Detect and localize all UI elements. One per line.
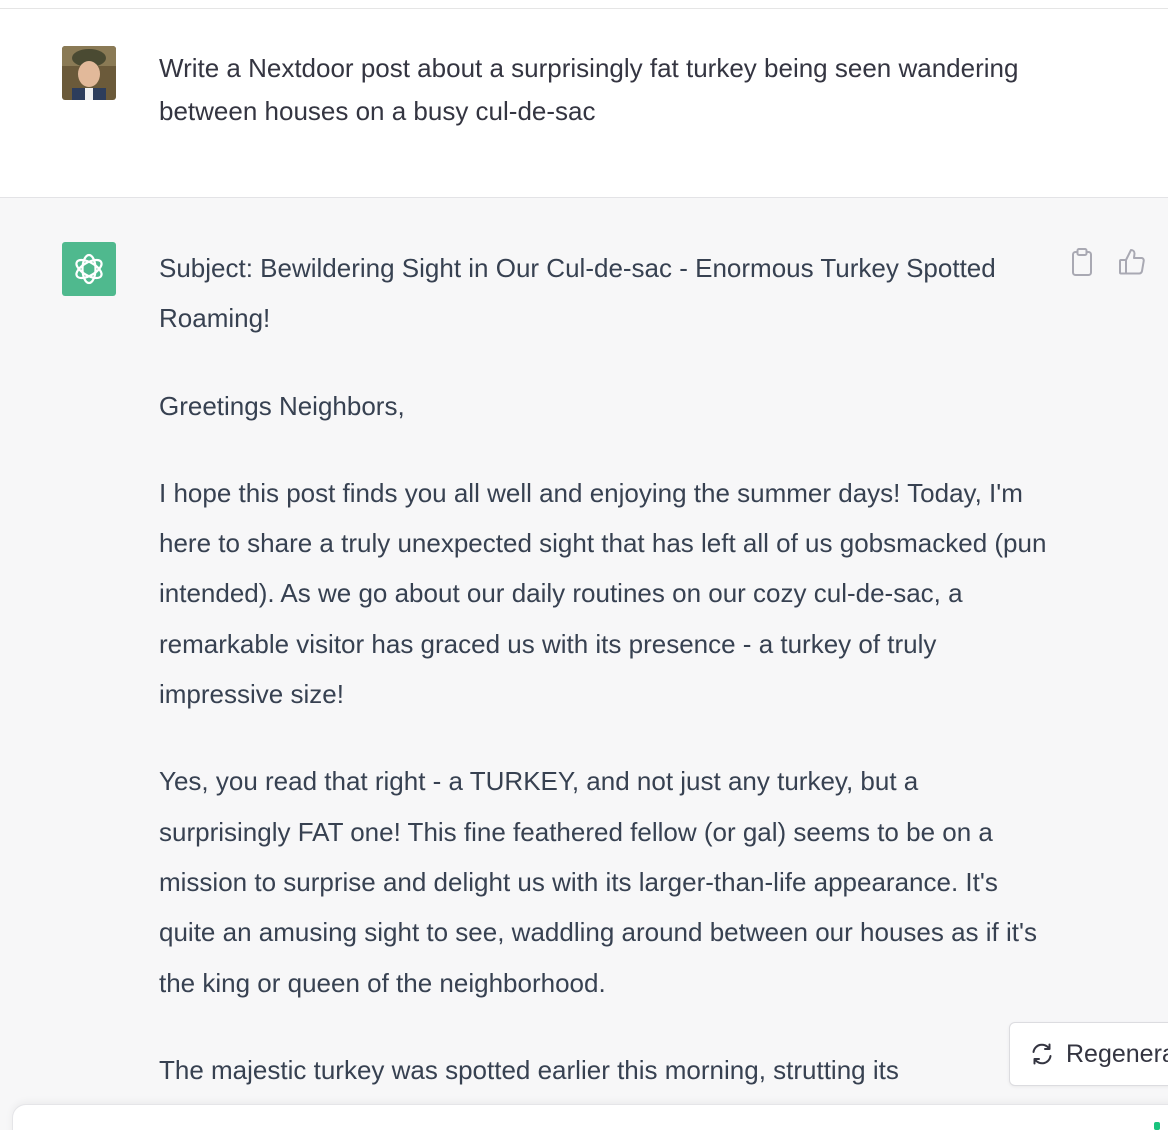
thumbs-up-button[interactable]: [1116, 246, 1148, 278]
regenerate-label: Regenerate response: [1066, 1039, 1168, 1068]
user-avatar: [62, 46, 116, 100]
clipboard-icon: [1072, 248, 1092, 276]
send-button-edge[interactable]: [1154, 1122, 1160, 1130]
thumbs-up-icon: [1119, 249, 1145, 275]
user-message: Write a Nextdoor post about a surprising…: [0, 9, 1168, 198]
chatgpt-logo-icon: [62, 242, 116, 296]
message-subject: Subject: Bewildering Sight in Our Cul-de…: [159, 253, 996, 334]
message-paragraph: I hope this post finds you all well and …: [159, 477, 1047, 710]
message-input[interactable]: [12, 1104, 1168, 1130]
message-paragraph: Yes, you read that right - a TURKEY, and…: [159, 766, 1037, 998]
message-paragraph: The majestic turkey was spotted earlier …: [159, 1054, 899, 1085]
message-greeting: Greetings Neighbors,: [159, 390, 405, 421]
assistant-message-text: Subject: Bewildering Sight in Our Cul-de…: [159, 243, 1049, 1130]
regenerate-response-button[interactable]: Regenerate response: [1009, 1022, 1168, 1086]
chat-page: Write a Nextdoor post about a surprising…: [0, 0, 1168, 1130]
assistant-message: Subject: Bewildering Sight in Our Cul-de…: [0, 198, 1168, 1130]
refresh-icon: [1030, 1041, 1054, 1067]
user-message-text: Write a Nextdoor post about a surprising…: [159, 53, 1019, 126]
copy-button[interactable]: [1066, 246, 1098, 278]
